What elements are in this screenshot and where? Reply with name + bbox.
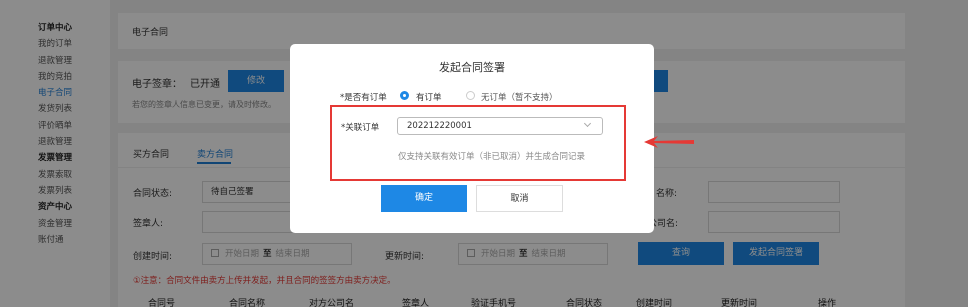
highlight-box <box>330 105 626 181</box>
option-no-order-label[interactable]: 无订单（暂不支持） <box>481 91 558 103</box>
dialog-title: 发起合同签署 <box>439 61 505 74</box>
has-order-label: *是否有订单 <box>340 93 387 103</box>
cancel-button[interactable]: 取消 <box>476 185 563 212</box>
radio-has-order[interactable] <box>400 91 409 100</box>
option-has-order-label[interactable]: 有订单 <box>416 91 442 103</box>
radio-no-order[interactable] <box>466 91 475 100</box>
confirm-button[interactable]: 确定 <box>381 185 467 212</box>
pointer-arrow-icon <box>644 136 694 148</box>
